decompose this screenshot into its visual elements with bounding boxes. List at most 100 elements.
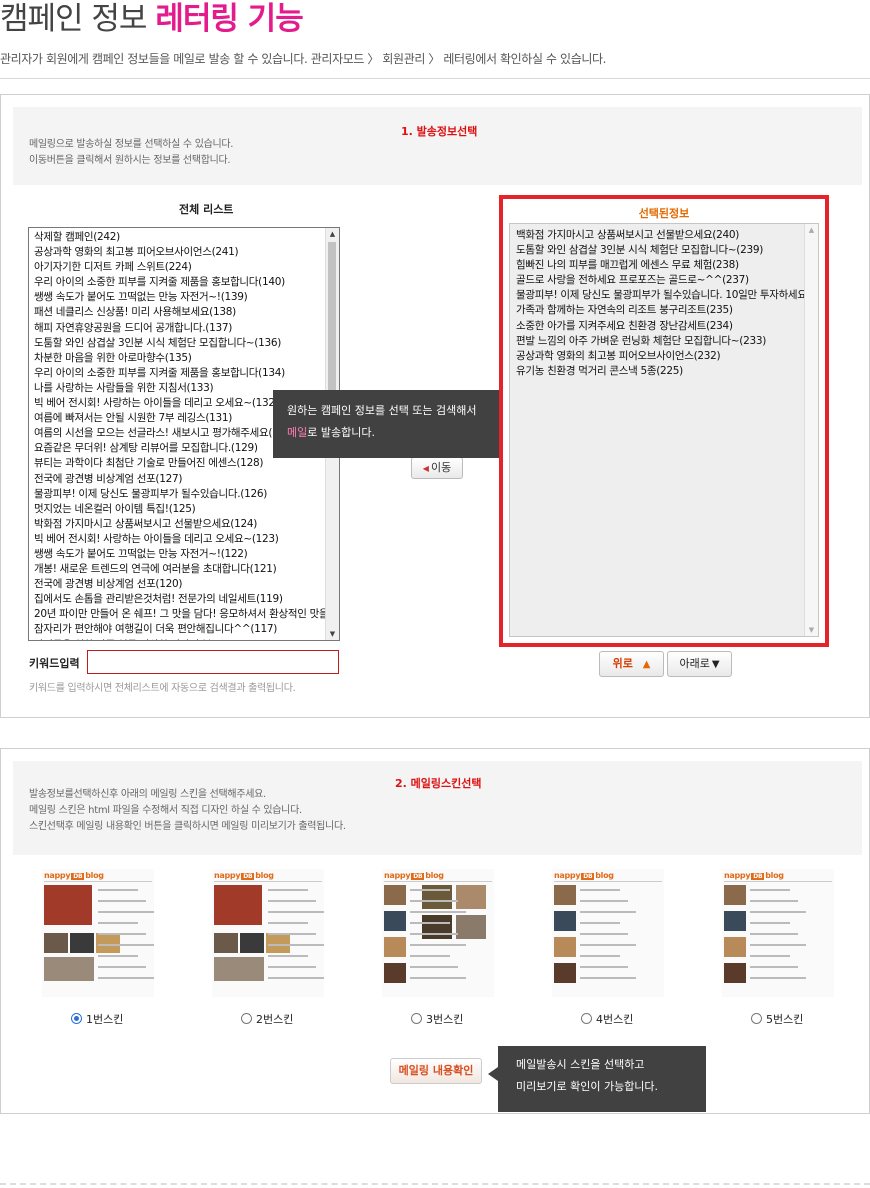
full-list-item[interactable]: 잠자리가 편안해야 여행길이 더욱 편안해집니다^^(117) [34,622,339,637]
skin-text-line [580,911,636,913]
skin-image-icon [384,937,406,957]
skin-text-line [98,955,138,957]
tooltip-line2-rest: 로 발송합니다. [307,426,375,439]
skin-thumbnail-2[interactable]: nappy DB blog [212,869,324,997]
skin-image-icon [456,915,486,939]
skin-radio-2[interactable]: 2번스킨 [241,1011,293,1027]
selected-list-item[interactable]: 도톰할 와인 삼겹살 3인분 시식 체험단 모집합니다~(239) [516,243,818,258]
skin-radio-4[interactable]: 4번스킨 [581,1011,633,1027]
skin-text-line [580,966,628,968]
selected-list-item[interactable]: 유기농 친환경 먹거리 콘스낵 5종(225) [516,364,818,379]
skin-image-icon [70,933,94,953]
full-list-item[interactable]: 차분한 마음을 위한 아로마향수(135) [34,351,339,366]
blog-logo-icon: nappy DB blog [214,871,274,880]
radio-button-icon[interactable] [71,1013,82,1024]
scroll-down-arrow-icon[interactable]: ▼ [326,628,339,640]
mailing-preview-button[interactable]: 메일링 내용확인 [390,1058,482,1084]
skin-thumbnail-3[interactable]: nappy DB blog [382,869,494,997]
scroll-down-arrow-icon[interactable]: ▼ [805,624,818,636]
move-left-label: 이동 [430,461,452,474]
skin-thumbnail-5[interactable]: nappy DB blog [722,869,834,997]
selected-list-item[interactable]: 공상과학 영화의 최고봉 피어오브사이언스(232) [516,349,818,364]
full-list-item[interactable]: 뷰티는 과학이다 최첨단 기술로 만들어진 에센스(128) [34,456,339,471]
scroll-up-arrow-icon[interactable]: ▲ [805,224,818,236]
skin-text-line [410,944,466,946]
skin-image-icon [724,885,746,905]
selected-list-item[interactable]: 물광피부! 이제 당신도 물광피부가 될수있습니다. 10일만 투자하세요(23… [516,288,818,303]
page-subtitle: 관리자가 회원에게 캠페인 정보들을 메일로 발송 할 수 있습니다. 관리자모… [0,52,607,66]
skin-divider [554,881,662,882]
campaign-tooltip: 원하는 캠페인 정보를 선택 또는 검색해서 메일로 발송합니다. [273,390,534,458]
full-list-item[interactable]: 물광피부! 이제 당신도 물광피부가 될수있습니다.(126) [34,487,339,502]
skin-thumbnail-4[interactable]: nappy DB blog [552,869,664,997]
skin-image-icon [554,937,576,957]
skin-image-icon [214,885,262,925]
blog-logo-icon: nappy DB blog [384,871,444,880]
full-list-item[interactable]: 아기자기한 디저트 카페 스위트(224) [34,260,339,275]
full-list-item[interactable]: 전국에 광견병 비상계엄 선포(127) [34,472,339,487]
skin-image-icon [266,933,290,953]
skin-radio-label: 5번스킨 [766,1013,804,1026]
full-list-item[interactable]: 아이들을 위한 가족 연극 이상한 나라의 붕구(116) [34,638,339,640]
full-list-item[interactable]: 삭제할 캠페인(242) [34,230,339,245]
skin-radio-5[interactable]: 5번스킨 [751,1011,803,1027]
skin-text-line [268,889,308,891]
skin-text-line [268,977,324,979]
skin-text-line [98,911,154,913]
skin-text-line [750,955,790,957]
full-list-item[interactable]: 박화점 가지마시고 상품써보시고 선물받으세요(124) [34,517,339,532]
keyword-input[interactable] [87,650,339,674]
skin-radio-1[interactable]: 1번스킨 [71,1011,123,1027]
selected-list-item[interactable]: 골드로 사랑을 전하세요 프로포즈는 골드로~^^(237) [516,273,818,288]
scroll-up-arrow-icon[interactable]: ▲ [326,228,339,240]
skin-text-line [98,922,138,924]
page-title: 캠페인 정보 레터링 기능 [0,0,304,38]
selected-list-item[interactable]: 편발 느낌의 아주 가벼운 런닝화 체험단 모집합니다~(233) [516,334,818,349]
skin-image-icon [384,911,406,931]
skin-tooltip-line2: 미리보기로 확인이 가능합니다. [516,1080,659,1093]
selected-list-item[interactable]: 소중한 아가를 지켜주세요 친환경 장난감세트(234) [516,319,818,334]
skin-text-line [268,911,324,913]
skin-text-line [268,955,308,957]
full-list-item[interactable]: 쌩쌩 속도가 붙어도 끄떡없는 만능 자전거~!(139) [34,290,339,305]
radio-button-icon[interactable] [411,1013,422,1024]
full-list-item[interactable]: 공상과학 영화의 최고봉 피어오브사이언스(241) [34,245,339,260]
selected-list-item[interactable]: 가족과 함께하는 자연속의 리조트 붕구리조트(235) [516,303,818,318]
full-list-item[interactable]: 멋지었는 네온컬러 아이템 특집!(125) [34,502,339,517]
move-down-button[interactable]: 아래로 ▼ [667,651,732,677]
skin-text-line [750,977,806,979]
skin-text-line [98,944,154,946]
radio-button-icon[interactable] [241,1013,252,1024]
skin-text-line [750,889,790,891]
move-left-button[interactable]: ◀ 이동 [411,457,463,479]
section2-desc-3: 스킨선택후 메일링 내용확인 버튼을 클릭하시면 메일링 미리보기가 출력됩니다… [29,821,346,832]
selected-list-box[interactable]: 백화점 가지마시고 상품써보시고 선물받으세요(240) 도톰할 와인 삼겹살 3… [509,223,819,637]
radio-button-icon[interactable] [751,1013,762,1024]
radio-button-icon[interactable] [581,1013,592,1024]
selected-list-scrollbar[interactable]: ▲ ▼ [804,224,818,636]
full-list-item[interactable]: 우리 아이의 소중한 피부를 지켜줄 제품을 홍보합니다(140) [34,275,339,290]
full-list-item[interactable]: 도툼할 와인 삼겹살 3인분 시식 체험단 모집합니다~(136) [34,336,339,351]
full-list-item[interactable]: 빅 베어 전시회! 사랑하는 아이들을 데리고 오세요~(123) [34,532,339,547]
full-list-item[interactable]: 해피 자연휴양공원을 드디어 공개합니다.(137) [34,321,339,336]
skin-text-line [580,922,620,924]
arrow-left-icon: ◀ [422,464,429,473]
full-list-item[interactable]: 전국에 광견병 비상계엄 선포(120) [34,577,339,592]
full-list-item[interactable]: 개봉! 새로운 트렌드의 연극에 여러분을 초대합니다(121) [34,562,339,577]
full-list-item[interactable]: 집에서도 손톱을 관리받은것처럼! 전문가의 네일세트(119) [34,592,339,607]
selected-list-item[interactable]: 힘빠진 나의 피부를 매끄럽게 에센스 무료 체험(238) [516,258,818,273]
selected-list-item[interactable]: 백화점 가지마시고 상품써보시고 선물받으세요(240) [516,228,818,243]
skin-thumbnail-1[interactable]: nappy DB blog [42,869,154,997]
full-list-item[interactable]: 패션 네클리스 신상품! 미리 사용해보세요(138) [34,305,339,320]
skin-tooltip-line1: 메일발송시 스킨을 선택하고 [516,1058,645,1071]
move-up-button[interactable]: 위로 ▲ [599,651,664,677]
skin-divider [384,881,492,882]
full-list-item[interactable]: 20년 파이만 만들어 온 쉐프! 그 맛을 담다! 응모하셔서 환상적인 맛을… [34,607,339,622]
skin-image-icon [44,885,92,925]
skin-radio-3[interactable]: 3번스킨 [411,1011,463,1027]
full-list-item[interactable]: 쌩쌩 속도가 붙어도 끄떡없는 만능 자전거~!(122) [34,547,339,562]
skin-radio-label: 3번스킨 [426,1013,464,1026]
keyword-label: 키워드입력 [29,657,80,670]
skin-text-line [580,955,620,957]
full-list-item[interactable]: 우리 아이의 소중한 피부를 지켜줄 제품을 홍보합니다(134) [34,366,339,381]
